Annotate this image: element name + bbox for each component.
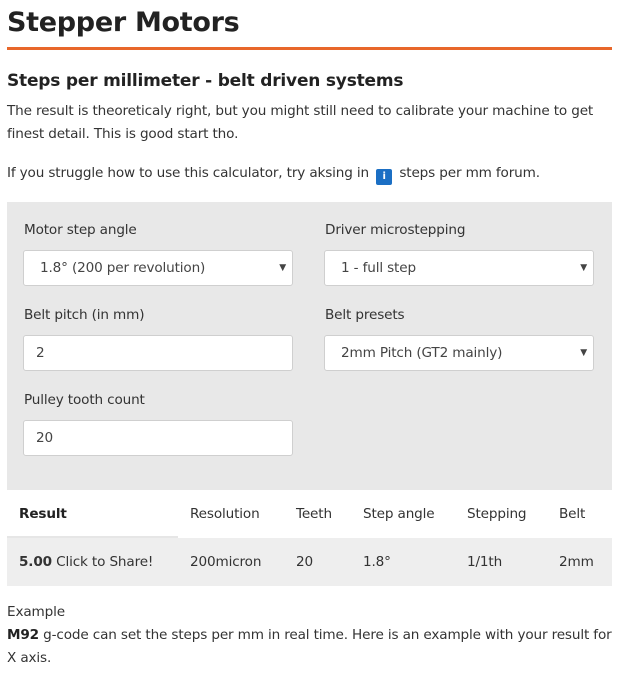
header-stepping: Stepping	[467, 506, 527, 522]
share-link[interactable]: Click to Share!	[56, 554, 153, 570]
intro-line-1: The result is theoreticaly right, but yo…	[7, 103, 594, 119]
gcode-name: M92	[7, 627, 39, 643]
belt-pitch-input[interactable]: 2	[23, 335, 293, 371]
chevron-down-icon: ▼	[580, 348, 587, 358]
belt-presets-label: Belt presets	[325, 307, 405, 323]
microstepping-value: 1 - full step	[341, 260, 416, 276]
step-angle-label: Motor step angle	[24, 222, 137, 238]
help-text-before: If you struggle how to use this calculat…	[7, 165, 370, 181]
pulley-label: Pulley tooth count	[24, 392, 145, 408]
header-teeth: Teeth	[296, 506, 332, 522]
help-text-after: steps per mm forum.	[399, 165, 540, 181]
example-heading: Example	[7, 604, 65, 620]
step-angle-value: 1.8° (200 per revolution)	[40, 260, 206, 276]
step-angle-select[interactable]: 1.8° (200 per revolution) ▼	[23, 250, 293, 286]
header-resolution: Resolution	[190, 506, 260, 522]
result-value: 5.00	[19, 554, 52, 570]
stepping-value: 1/1th	[467, 554, 503, 570]
microstepping-label: Driver microstepping	[325, 222, 466, 238]
title-underline	[7, 47, 612, 50]
belt-presets-value: 2mm Pitch (GT2 mainly)	[341, 345, 503, 361]
pulley-input[interactable]: 20	[23, 420, 293, 456]
resolution-value: 200micron	[190, 554, 262, 570]
results-table: Result Resolution Teeth Step angle Stepp…	[7, 490, 612, 586]
page-content: Stepper Motors Steps per millimeter - be…	[7, 0, 612, 666]
example-section: Example M92 g-code can set the steps per…	[7, 601, 612, 670]
help-text: If you struggle how to use this calculat…	[7, 162, 612, 185]
header-result: Result	[19, 506, 67, 522]
section-title: Steps per millimeter - belt driven syste…	[7, 71, 404, 91]
result-cell[interactable]: 5.00 Click to Share!	[19, 538, 153, 586]
teeth-value: 20	[296, 554, 313, 570]
step-angle-result: 1.8°	[363, 554, 391, 570]
intro-text: The result is theoreticaly right, but yo…	[7, 100, 612, 146]
header-belt: Belt	[559, 506, 586, 522]
example-text-line-1: g-code can set the steps per mm in real …	[43, 627, 612, 643]
belt-value: 2mm	[559, 554, 594, 570]
example-text-line-2: X axis.	[7, 650, 52, 666]
pulley-value: 20	[36, 430, 53, 446]
info-icon[interactable]: i	[376, 169, 393, 185]
header-step-angle: Step angle	[363, 506, 435, 522]
table-row: 5.00 Click to Share! 200micron 20 1.8° 1…	[7, 538, 612, 586]
belt-pitch-value: 2	[36, 345, 45, 361]
calculator-panel: Motor step angle 1.8° (200 per revolutio…	[7, 202, 612, 490]
chevron-down-icon: ▼	[580, 263, 587, 273]
belt-presets-select[interactable]: 2mm Pitch (GT2 mainly) ▼	[324, 335, 594, 371]
page-title: Stepper Motors	[7, 7, 240, 38]
belt-pitch-label: Belt pitch (in mm)	[24, 307, 145, 323]
chevron-down-icon: ▼	[279, 263, 286, 273]
example-text: M92 g-code can set the steps per mm in r…	[7, 624, 612, 670]
intro-line-2: finest detail. This is good start tho.	[7, 126, 239, 142]
results-header-row: Result Resolution Teeth Step angle Stepp…	[7, 490, 612, 538]
microstepping-select[interactable]: 1 - full step ▼	[324, 250, 594, 286]
